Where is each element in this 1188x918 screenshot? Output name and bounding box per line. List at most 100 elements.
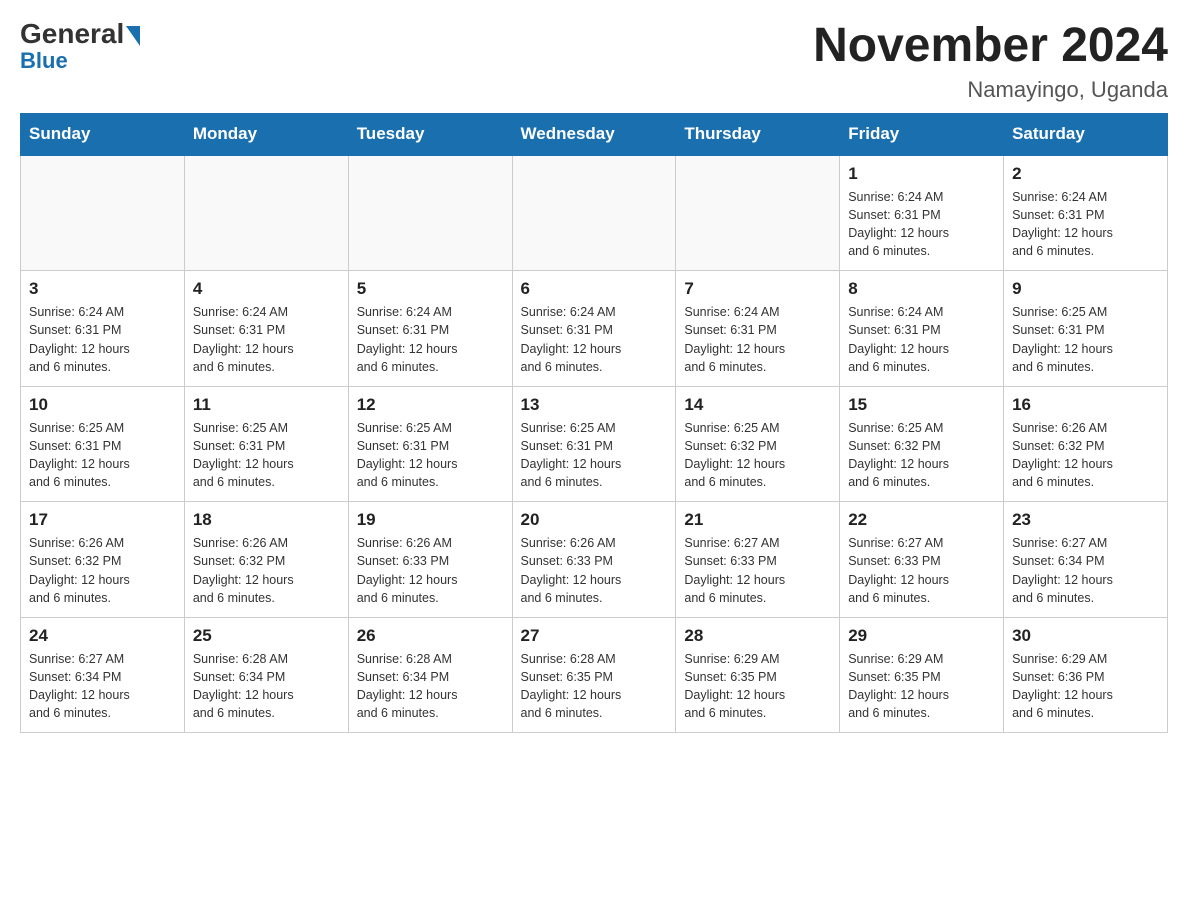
calendar-cell: 9 Sunrise: 6:25 AM Sunset: 6:31 PM Daylig… <box>1004 271 1168 387</box>
day-number: 28 <box>684 626 831 646</box>
day-info: Sunrise: 6:24 AM Sunset: 6:31 PM Dayligh… <box>29 303 176 376</box>
day-number: 1 <box>848 164 995 184</box>
day-info: Sunrise: 6:27 AM Sunset: 6:34 PM Dayligh… <box>29 650 176 723</box>
logo-blue-text: Blue <box>20 48 68 74</box>
calendar-cell <box>676 155 840 271</box>
calendar-cell: 8Sunrise: 6:24 AM Sunset: 6:31 PM Daylig… <box>840 271 1004 387</box>
calendar-header-monday: Monday <box>184 113 348 155</box>
day-info: Sunrise: 6:25 AM Sunset: 6:32 PM Dayligh… <box>848 419 995 492</box>
day-number: 18 <box>193 510 340 530</box>
day-number: 23 <box>1012 510 1159 530</box>
day-number: 13 <box>521 395 668 415</box>
day-info: Sunrise: 6:27 AM Sunset: 6:33 PM Dayligh… <box>684 534 831 607</box>
day-number: 7 <box>684 279 831 299</box>
calendar-week-3: 10 Sunrise: 6:25 AM Sunset: 6:31 PM Dayli… <box>21 386 1168 502</box>
day-number: 25 <box>193 626 340 646</box>
calendar-cell: 10 Sunrise: 6:25 AM Sunset: 6:31 PM Dayli… <box>21 386 185 502</box>
day-number: 11 <box>193 395 340 415</box>
day-info: Sunrise: 6:25 AM Sunset: 6:31 PM Dayligh… <box>1012 303 1159 376</box>
calendar-cell: 20 Sunrise: 6:26 AM Sunset: 6:33 PM Dayli… <box>512 502 676 618</box>
calendar-cell: 27Sunrise: 6:28 AM Sunset: 6:35 PM Dayli… <box>512 617 676 733</box>
day-info: Sunrise: 6:24 AM Sunset: 6:31 PM Dayligh… <box>1012 188 1159 261</box>
day-number: 8 <box>848 279 995 299</box>
logo-general-text: General <box>20 20 140 48</box>
calendar-cell: 21 Sunrise: 6:27 AM Sunset: 6:33 PM Dayli… <box>676 502 840 618</box>
calendar-cell: 12 Sunrise: 6:25 AM Sunset: 6:31 PM Dayli… <box>348 386 512 502</box>
day-number: 3 <box>29 279 176 299</box>
day-info: Sunrise: 6:28 AM Sunset: 6:34 PM Dayligh… <box>193 650 340 723</box>
day-number: 26 <box>357 626 504 646</box>
day-number: 22 <box>848 510 995 530</box>
calendar-header-sunday: Sunday <box>21 113 185 155</box>
calendar-cell: 26 Sunrise: 6:28 AM Sunset: 6:34 PM Dayli… <box>348 617 512 733</box>
calendar-header-wednesday: Wednesday <box>512 113 676 155</box>
calendar-cell: 5 Sunrise: 6:24 AM Sunset: 6:31 PM Daylig… <box>348 271 512 387</box>
day-info: Sunrise: 6:25 AM Sunset: 6:31 PM Dayligh… <box>521 419 668 492</box>
calendar-cell: 13 Sunrise: 6:25 AM Sunset: 6:31 PM Dayli… <box>512 386 676 502</box>
day-info: Sunrise: 6:26 AM Sunset: 6:32 PM Dayligh… <box>29 534 176 607</box>
day-info: Sunrise: 6:24 AM Sunset: 6:31 PM Dayligh… <box>193 303 340 376</box>
day-info: Sunrise: 6:26 AM Sunset: 6:32 PM Dayligh… <box>1012 419 1159 492</box>
calendar-cell: 14 Sunrise: 6:25 AM Sunset: 6:32 PM Dayli… <box>676 386 840 502</box>
day-info: Sunrise: 6:28 AM Sunset: 6:34 PM Dayligh… <box>357 650 504 723</box>
calendar-header-thursday: Thursday <box>676 113 840 155</box>
day-info: Sunrise: 6:27 AM Sunset: 6:33 PM Dayligh… <box>848 534 995 607</box>
calendar-header-row: SundayMondayTuesdayWednesdayThursdayFrid… <box>21 113 1168 155</box>
month-title: November 2024 <box>813 20 1168 73</box>
day-info: Sunrise: 6:28 AM Sunset: 6:35 PM Dayligh… <box>521 650 668 723</box>
day-number: 5 <box>357 279 504 299</box>
day-number: 21 <box>684 510 831 530</box>
day-info: Sunrise: 6:25 AM Sunset: 6:31 PM Dayligh… <box>193 419 340 492</box>
day-info: Sunrise: 6:27 AM Sunset: 6:34 PM Dayligh… <box>1012 534 1159 607</box>
day-number: 19 <box>357 510 504 530</box>
calendar-cell: 19 Sunrise: 6:26 AM Sunset: 6:33 PM Dayli… <box>348 502 512 618</box>
day-number: 24 <box>29 626 176 646</box>
calendar-header-tuesday: Tuesday <box>348 113 512 155</box>
day-number: 17 <box>29 510 176 530</box>
day-number: 4 <box>193 279 340 299</box>
day-number: 10 <box>29 395 176 415</box>
day-number: 9 <box>1012 279 1159 299</box>
calendar-cell <box>512 155 676 271</box>
day-info: Sunrise: 6:26 AM Sunset: 6:33 PM Dayligh… <box>357 534 504 607</box>
day-number: 20 <box>521 510 668 530</box>
day-info: Sunrise: 6:24 AM Sunset: 6:31 PM Dayligh… <box>684 303 831 376</box>
calendar-table: SundayMondayTuesdayWednesdayThursdayFrid… <box>20 113 1168 734</box>
calendar-cell: 11 Sunrise: 6:25 AM Sunset: 6:31 PM Dayli… <box>184 386 348 502</box>
day-number: 16 <box>1012 395 1159 415</box>
day-info: Sunrise: 6:24 AM Sunset: 6:31 PM Dayligh… <box>357 303 504 376</box>
calendar-cell: 3 Sunrise: 6:24 AM Sunset: 6:31 PM Daylig… <box>21 271 185 387</box>
day-info: Sunrise: 6:25 AM Sunset: 6:31 PM Dayligh… <box>29 419 176 492</box>
calendar-week-4: 17 Sunrise: 6:26 AM Sunset: 6:32 PM Dayli… <box>21 502 1168 618</box>
day-number: 14 <box>684 395 831 415</box>
calendar-header-saturday: Saturday <box>1004 113 1168 155</box>
calendar-cell: 4 Sunrise: 6:24 AM Sunset: 6:31 PM Daylig… <box>184 271 348 387</box>
calendar-cell: 30Sunrise: 6:29 AM Sunset: 6:36 PM Dayli… <box>1004 617 1168 733</box>
calendar-cell: 25 Sunrise: 6:28 AM Sunset: 6:34 PM Dayli… <box>184 617 348 733</box>
day-info: Sunrise: 6:24 AM Sunset: 6:31 PM Dayligh… <box>521 303 668 376</box>
day-info: Sunrise: 6:25 AM Sunset: 6:32 PM Dayligh… <box>684 419 831 492</box>
calendar-cell: 2Sunrise: 6:24 AM Sunset: 6:31 PM Daylig… <box>1004 155 1168 271</box>
calendar-cell: 7 Sunrise: 6:24 AM Sunset: 6:31 PM Daylig… <box>676 271 840 387</box>
day-info: Sunrise: 6:24 AM Sunset: 6:31 PM Dayligh… <box>848 188 995 261</box>
calendar-cell: 16 Sunrise: 6:26 AM Sunset: 6:32 PM Dayli… <box>1004 386 1168 502</box>
calendar-week-1: 1 Sunrise: 6:24 AM Sunset: 6:31 PM Daylig… <box>21 155 1168 271</box>
calendar-cell: 6Sunrise: 6:24 AM Sunset: 6:31 PM Daylig… <box>512 271 676 387</box>
day-info: Sunrise: 6:29 AM Sunset: 6:36 PM Dayligh… <box>1012 650 1159 723</box>
calendar-cell: 24 Sunrise: 6:27 AM Sunset: 6:34 PM Dayli… <box>21 617 185 733</box>
calendar-cell <box>21 155 185 271</box>
day-info: Sunrise: 6:25 AM Sunset: 6:31 PM Dayligh… <box>357 419 504 492</box>
location: Namayingo, Uganda <box>813 77 1168 103</box>
calendar-week-5: 24 Sunrise: 6:27 AM Sunset: 6:34 PM Dayli… <box>21 617 1168 733</box>
day-number: 29 <box>848 626 995 646</box>
calendar-cell: 23 Sunrise: 6:27 AM Sunset: 6:34 PM Dayli… <box>1004 502 1168 618</box>
day-info: Sunrise: 6:26 AM Sunset: 6:33 PM Dayligh… <box>521 534 668 607</box>
title-block: November 2024 Namayingo, Uganda <box>813 20 1168 103</box>
day-number: 12 <box>357 395 504 415</box>
day-info: Sunrise: 6:26 AM Sunset: 6:32 PM Dayligh… <box>193 534 340 607</box>
logo: General Blue <box>20 20 140 74</box>
calendar-header-friday: Friday <box>840 113 1004 155</box>
calendar-cell: 15 Sunrise: 6:25 AM Sunset: 6:32 PM Dayli… <box>840 386 1004 502</box>
day-number: 15 <box>848 395 995 415</box>
calendar-cell: 1 Sunrise: 6:24 AM Sunset: 6:31 PM Daylig… <box>840 155 1004 271</box>
